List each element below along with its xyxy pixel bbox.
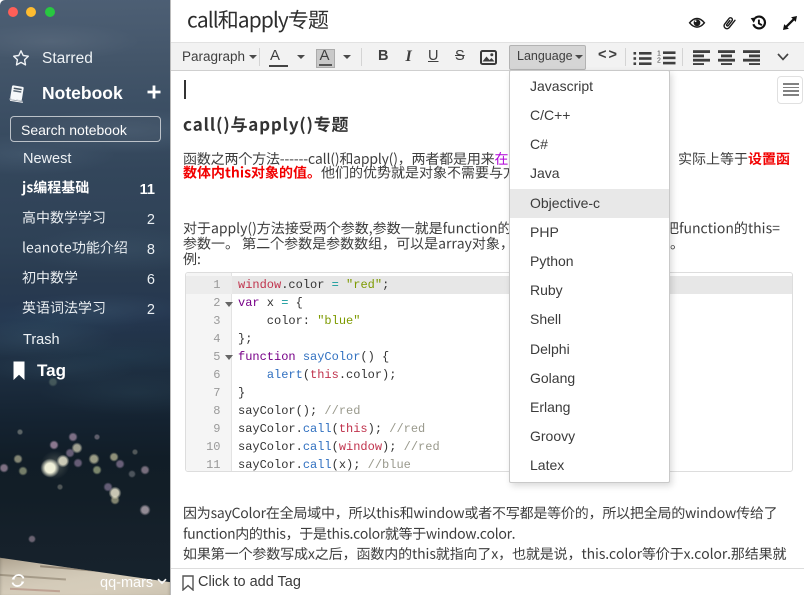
svg-text:1: 1 [657, 51, 661, 58]
svg-text:2: 2 [657, 58, 661, 65]
